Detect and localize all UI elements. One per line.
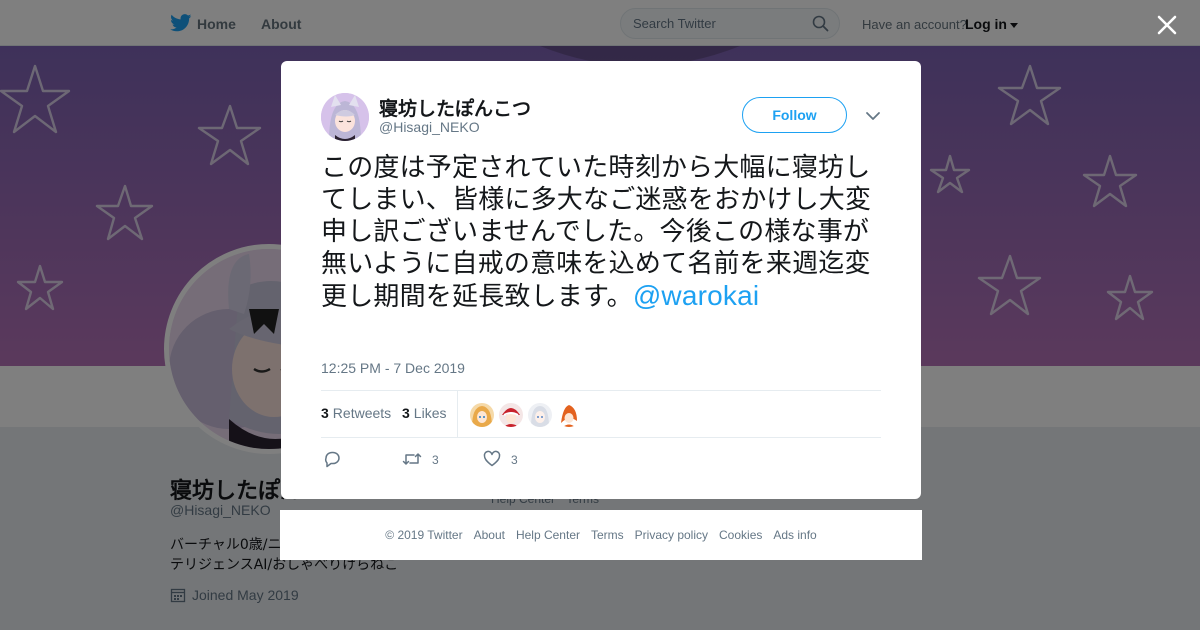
tweet-display-name[interactable]: 寝坊したぽんこつ bbox=[379, 94, 531, 121]
close-icon[interactable] bbox=[1152, 10, 1182, 40]
like-count: 3 bbox=[511, 453, 518, 467]
footer-privacy-link[interactable]: Privacy policy bbox=[635, 528, 708, 542]
tweet-text: この度は予定されていた時刻から大幅に寝坊してしまい、皆様に多大なご迷惑をおかけし… bbox=[321, 152, 886, 313]
tweet-author-avatar[interactable] bbox=[321, 93, 369, 141]
retweet-count: 3 bbox=[432, 453, 439, 467]
liker-avatar[interactable] bbox=[499, 403, 523, 427]
tweet-body: この度は予定されていた時刻から大幅に寝坊してしまい、皆様に多大なご迷惑をおかけし… bbox=[321, 153, 872, 312]
liker-avatar[interactable] bbox=[470, 403, 494, 427]
footer-terms-link[interactable]: Terms bbox=[591, 528, 624, 542]
retweet-icon bbox=[402, 450, 422, 471]
footer-help-center-link[interactable]: Help Center bbox=[516, 528, 580, 542]
likes-count: 3 bbox=[402, 405, 410, 421]
tweet-timestamp[interactable]: 12:25 PM - 7 Dec 2019 bbox=[321, 360, 465, 376]
tweet-stats: 3 Retweets 3 Likes bbox=[321, 390, 881, 438]
reply-icon bbox=[323, 450, 341, 471]
retweets-stat[interactable]: 3 Retweets bbox=[321, 405, 391, 421]
tweet-handle[interactable]: @Hisagi_NEKO bbox=[379, 119, 480, 135]
stats-divider bbox=[457, 391, 458, 437]
footer-cookies-link[interactable]: Cookies bbox=[719, 528, 762, 542]
footer-about-link[interactable]: About bbox=[474, 528, 505, 542]
like-icon bbox=[483, 450, 501, 471]
retweets-count: 3 bbox=[321, 405, 329, 421]
retweet-action[interactable]: 3 bbox=[402, 450, 439, 470]
retweets-label: Retweets bbox=[332, 405, 392, 421]
footer-ads-info-link[interactable]: Ads info bbox=[773, 528, 816, 542]
liker-avatar[interactable] bbox=[528, 403, 552, 427]
liker-avatar[interactable] bbox=[557, 403, 581, 427]
footer-copyright: © 2019 Twitter bbox=[385, 528, 463, 542]
likes-stat[interactable]: 3 Likes bbox=[402, 405, 446, 421]
footer: © 2019 Twitter About Help Center Terms P… bbox=[280, 510, 922, 560]
chevron-down-icon[interactable] bbox=[865, 109, 881, 121]
tweet-modal: 寝坊したぽんこつ @Hisagi_NEKO Follow この度は予定されていた… bbox=[281, 61, 921, 499]
reply-action[interactable] bbox=[323, 450, 341, 470]
tweet-mention-link[interactable]: @warokai bbox=[633, 280, 760, 311]
likes-label: Likes bbox=[413, 405, 447, 421]
author-avatar-image bbox=[321, 93, 369, 141]
like-action[interactable]: 3 bbox=[483, 450, 518, 470]
follow-button[interactable]: Follow bbox=[742, 97, 847, 133]
